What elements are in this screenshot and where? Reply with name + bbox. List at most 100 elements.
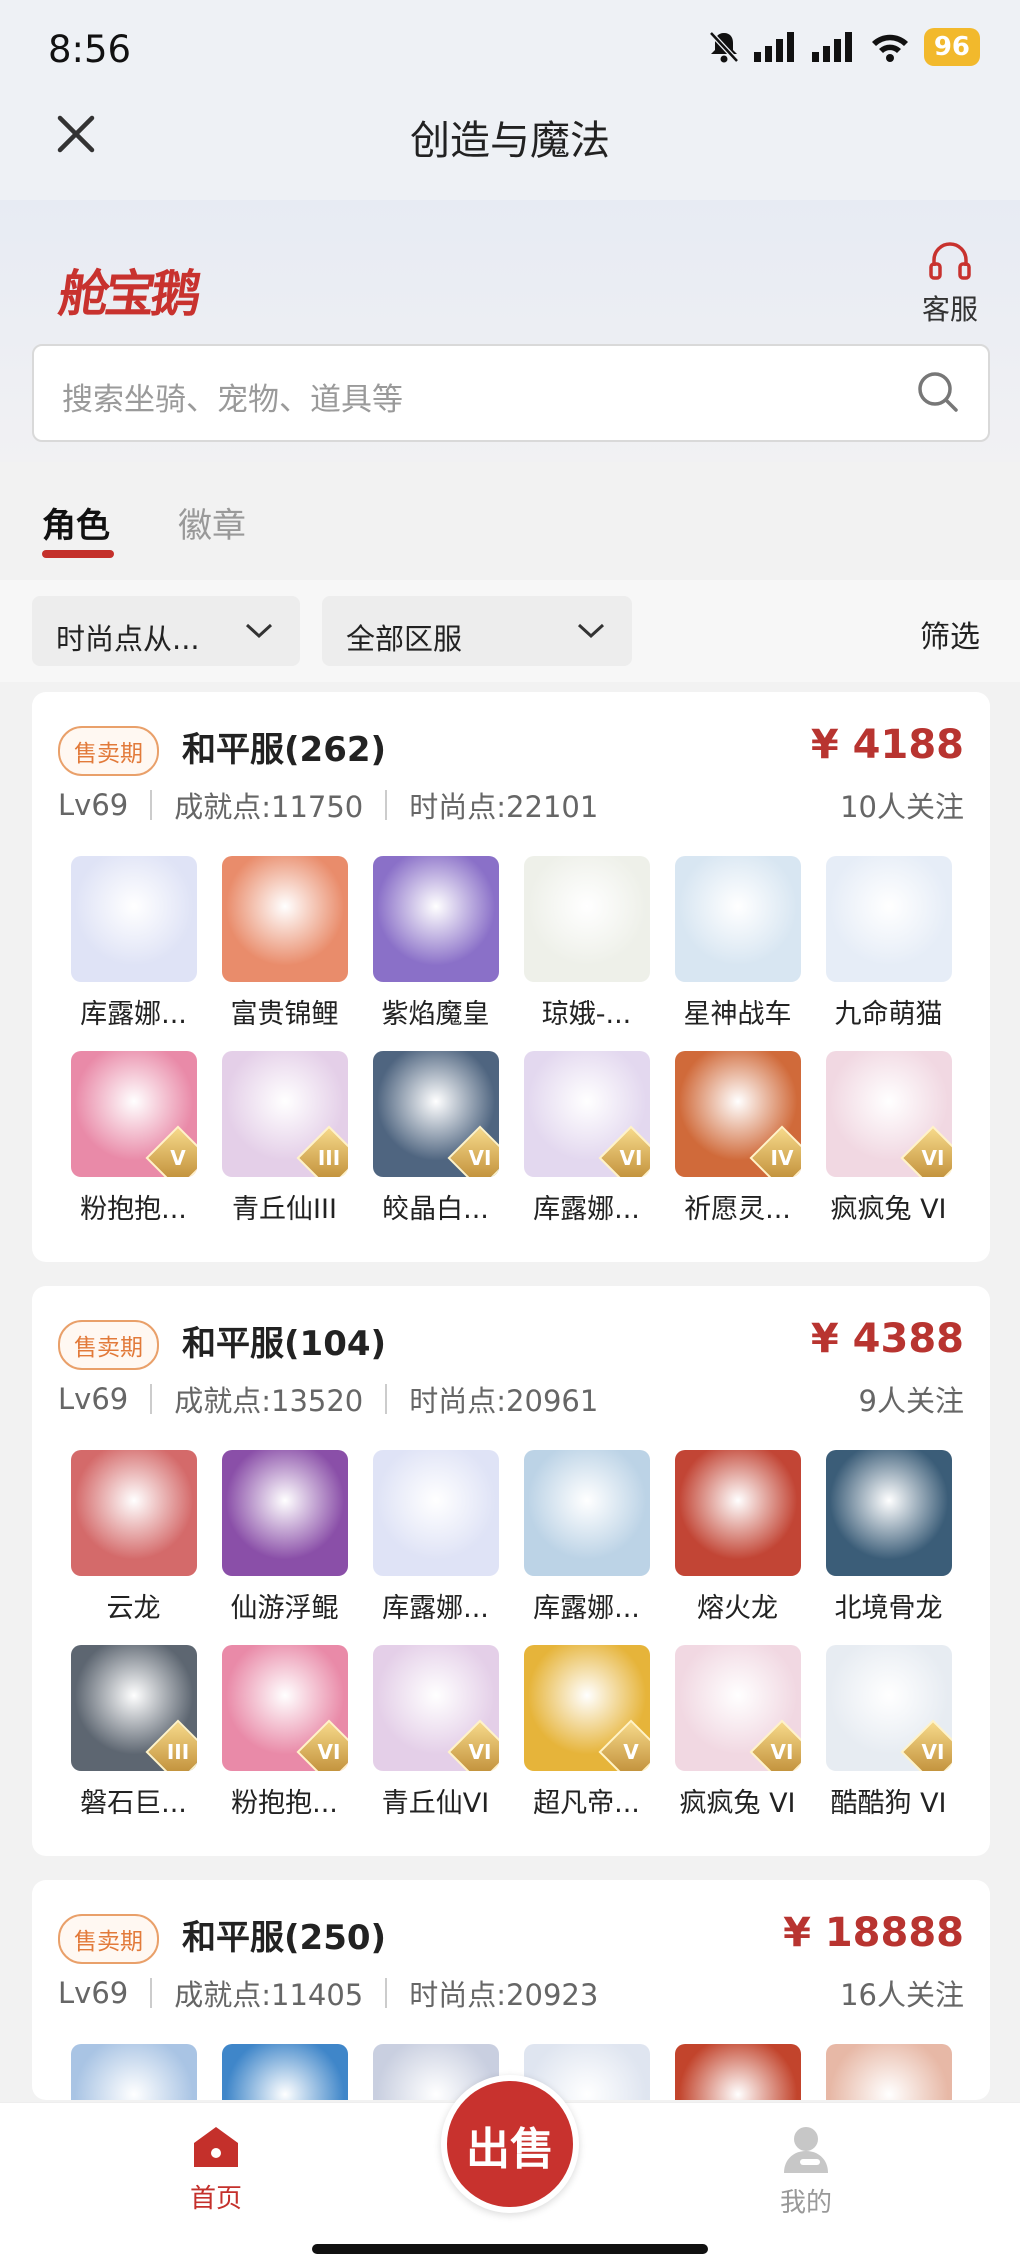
item-name: 疯疯兔 VI: [830, 1194, 947, 1225]
item-tile[interactable]: V 超凡帝...: [511, 1645, 662, 1820]
tab-badge[interactable]: 徽章: [178, 498, 246, 547]
search-icon[interactable]: [916, 370, 960, 414]
item-tile[interactable]: [813, 2044, 964, 2100]
item-tile[interactable]: 熔火龙: [662, 1450, 813, 1625]
item-name: 北境骨龙: [834, 1593, 943, 1624]
divider: [385, 1384, 388, 1414]
level: Lv69: [58, 788, 129, 822]
item-tile[interactable]: VI 疯疯兔 VI: [662, 1645, 813, 1820]
item-thumbnail: III: [70, 1645, 197, 1771]
item-thumbnail: V: [523, 1645, 650, 1771]
item-thumbnail: VI: [221, 1645, 348, 1771]
sale-status-badge: 售卖期: [58, 1914, 159, 1964]
fashion-sort-dropdown[interactable]: 时尚点从...: [32, 596, 300, 666]
app-logo: 舱宝鹅: [55, 264, 202, 323]
item-name: 磐石巨...: [80, 1788, 187, 1819]
item-tile[interactable]: 星神战车: [662, 856, 813, 1031]
item-tile[interactable]: V 粉抱抱...: [58, 1051, 209, 1226]
item-tile[interactable]: [662, 2044, 813, 2100]
chevron-down-icon: [577, 623, 605, 639]
item-name: 熔火龙: [697, 1593, 778, 1624]
item-thumbnail: [221, 856, 348, 982]
item-tile[interactable]: 库露娜...: [58, 856, 209, 1031]
item-tile[interactable]: [58, 2044, 209, 2100]
divider: [150, 1978, 153, 2008]
listing-card[interactable]: 售卖期 和平服(250) ¥ 18888 Lv69 成就点:11405 时尚点:…: [32, 1880, 990, 2100]
item-name: 仙游浮鲲: [230, 1593, 339, 1624]
item-tile[interactable]: 紫焰魔皇: [360, 856, 511, 1031]
item-name: 库露娜...: [533, 1593, 640, 1624]
home-icon: [194, 2127, 238, 2167]
item-thumbnail: [825, 856, 952, 982]
item-name: 粉抱抱...: [231, 1788, 338, 1819]
item-tile[interactable]: 富贵锦鲤: [209, 856, 360, 1031]
search-input[interactable]: 搜索坐骑、宠物、道具等: [32, 344, 990, 442]
item-tile[interactable]: 九命萌猫: [813, 856, 964, 1031]
achievement-points: 成就点:13520: [174, 1384, 364, 1418]
sell-button[interactable]: 出售: [441, 2075, 579, 2213]
filter-button[interactable]: 筛选: [920, 612, 980, 656]
item-tile[interactable]: IV 祈愿灵...: [662, 1051, 813, 1226]
item-tile[interactable]: VI 库露娜...: [511, 1051, 662, 1226]
item-name: 云龙: [106, 1593, 161, 1624]
price: ¥ 4388: [810, 1316, 964, 1362]
item-thumbnail: [674, 856, 801, 982]
item-thumbnail: V: [70, 1051, 197, 1177]
server-name: 和平服(104): [182, 1324, 387, 1364]
item-tile[interactable]: 仙游浮鲲: [209, 1450, 360, 1625]
item-tile[interactable]: VI 皎晶白...: [360, 1051, 511, 1226]
divider: [385, 790, 388, 820]
item-thumbnail: [372, 856, 499, 982]
price: ¥ 18888: [783, 1910, 964, 1956]
item-thumbnail: VI: [372, 1051, 499, 1177]
item-tile[interactable]: VI 疯疯兔 VI: [813, 1051, 964, 1226]
item-tile[interactable]: VI 酷酷狗 VI: [813, 1645, 964, 1820]
item-tile[interactable]: VI 粉抱抱...: [209, 1645, 360, 1820]
tier-badge: VI: [899, 1125, 952, 1177]
status-bar: 8:56 96: [0, 0, 1020, 100]
item-name: 富贵锦鲤: [230, 999, 339, 1030]
tier-badge: III: [144, 1719, 197, 1771]
item-name: 库露娜...: [533, 1194, 640, 1225]
server-name: 和平服(250): [182, 1918, 387, 1958]
item-thumbnail: [70, 1450, 197, 1576]
divider: [150, 790, 153, 820]
sale-status-badge: 售卖期: [58, 1320, 159, 1370]
item-thumbnail: [221, 1450, 348, 1576]
customer-service-label: 客服: [921, 293, 978, 326]
item-tile[interactable]: III 青丘仙III: [209, 1051, 360, 1226]
server-dropdown[interactable]: 全部区服: [322, 596, 632, 666]
item-thumbnail: VI: [674, 1645, 801, 1771]
item-name: 疯疯兔 VI: [679, 1788, 796, 1819]
follower-count: 9人关注: [858, 1384, 964, 1418]
item-tile[interactable]: 库露娜...: [360, 1450, 511, 1625]
home-indicator: [312, 2244, 708, 2254]
nav-mine[interactable]: 我的: [766, 2123, 846, 2219]
status-time: 8:56: [48, 28, 132, 71]
filter-bar: 时尚点从... 全部区服 筛选: [0, 580, 1020, 682]
customer-service-button[interactable]: 客服: [910, 240, 990, 328]
item-tile[interactable]: 云龙: [58, 1450, 209, 1625]
nav-mine-label: 我的: [779, 2188, 832, 2218]
level: Lv69: [58, 1976, 129, 2010]
listing-card[interactable]: 售卖期 和平服(262) ¥ 4188 Lv69 成就点:11750 时尚点:2…: [32, 692, 990, 1262]
item-name: 九命萌猫: [834, 999, 943, 1030]
item-tile[interactable]: 琼娥-...: [511, 856, 662, 1031]
item-tile[interactable]: VI 青丘仙VI: [360, 1645, 511, 1820]
item-thumbnail: [372, 1450, 499, 1576]
nav-home[interactable]: 首页: [176, 2123, 256, 2215]
achievement-points: 成就点:11405: [174, 1978, 364, 2012]
item-tile[interactable]: [209, 2044, 360, 2100]
item-tile[interactable]: III 磐石巨...: [58, 1645, 209, 1820]
item-name: 祈愿灵...: [684, 1194, 791, 1225]
item-name: 库露娜...: [80, 999, 187, 1030]
user-icon: [784, 2127, 828, 2173]
character-stats: Lv69 成就点:11405 时尚点:20923: [58, 1972, 598, 2014]
item-tile[interactable]: 北境骨龙: [813, 1450, 964, 1625]
divider: [150, 1384, 153, 1414]
item-tile[interactable]: 库露娜...: [511, 1450, 662, 1625]
search-placeholder: 搜索坐骑、宠物、道具等: [62, 382, 403, 418]
listing-card[interactable]: 售卖期 和平服(104) ¥ 4388 Lv69 成就点:13520 时尚点:2…: [32, 1286, 990, 1856]
item-thumbnail: [674, 1450, 801, 1576]
tab-role[interactable]: 角色: [42, 498, 110, 547]
